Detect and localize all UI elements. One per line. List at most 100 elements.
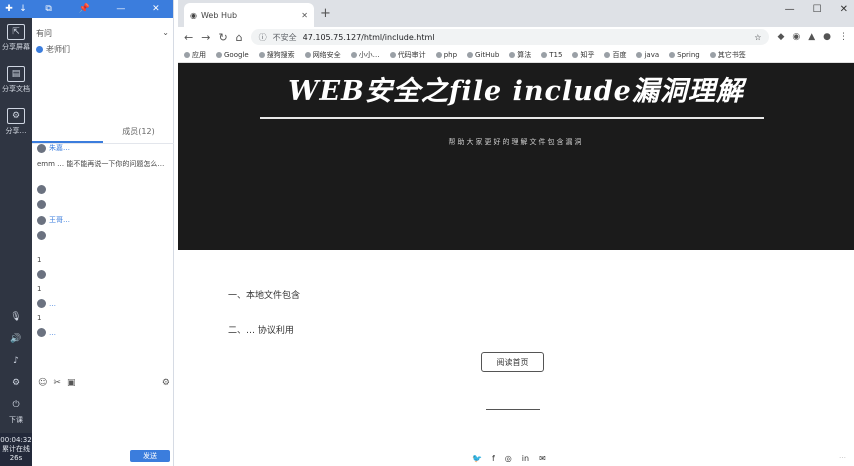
bookmark-item[interactable]: 知乎 bbox=[572, 50, 594, 60]
bookmark-item[interactable]: Spring bbox=[669, 51, 700, 59]
send-button[interactable]: 发送 bbox=[130, 450, 170, 462]
copy-icon[interactable]: ⧉ bbox=[45, 4, 51, 14]
bookmark-item[interactable]: php bbox=[435, 51, 457, 59]
table-of-contents: 一、本地文件包含 二、… 协议利用 bbox=[228, 288, 300, 358]
star-icon[interactable]: ☆ bbox=[754, 33, 761, 42]
scissors-icon[interactable]: ✂ bbox=[53, 378, 61, 388]
toc-item[interactable]: 一、本地文件包含 bbox=[228, 288, 300, 301]
settings-icon[interactable]: ⚙ bbox=[162, 378, 170, 388]
bookmark-item[interactable]: Google bbox=[216, 51, 249, 59]
new-tab-button[interactable]: + bbox=[320, 6, 331, 21]
home-icon[interactable]: ⌂ bbox=[236, 31, 243, 44]
timer-value: 00:04:32 bbox=[0, 436, 32, 444]
rail-music[interactable]: ♪ bbox=[0, 353, 32, 369]
watermark: … bbox=[839, 452, 846, 460]
session-timer: 00:04:32 累计在线 26s bbox=[0, 433, 32, 466]
bookmark-item[interactable]: 网络安全 bbox=[304, 50, 341, 60]
instagram-icon[interactable]: ◎ bbox=[505, 454, 512, 463]
avatar bbox=[37, 215, 46, 225]
list-item bbox=[32, 197, 174, 212]
close-window-icon[interactable]: ✕ bbox=[840, 4, 848, 15]
rail-settings[interactable]: ⚙ bbox=[0, 375, 32, 391]
toc-item[interactable]: 二、… 协议利用 bbox=[228, 323, 300, 336]
settings-icon: ⚙ bbox=[11, 378, 21, 388]
bookmark-item[interactable]: 算法 bbox=[509, 50, 531, 60]
end-class-label: 下课 bbox=[9, 416, 23, 424]
rail-item-share-doc[interactable]: ▤ 分享文档 bbox=[0, 66, 32, 94]
bookmark-item[interactable]: GitHub bbox=[467, 51, 499, 59]
bookmark-item[interactable]: 其它书签 bbox=[709, 50, 746, 60]
avatar bbox=[37, 270, 46, 279]
list-item: 朱嘉… bbox=[32, 140, 174, 156]
chat-input-area[interactable]: 发送 bbox=[32, 448, 174, 462]
list-item bbox=[32, 228, 174, 243]
extension-icon[interactable]: ◆ bbox=[777, 32, 784, 42]
bookmark-item[interactable]: 搜狗搜索 bbox=[258, 50, 295, 60]
download-icon[interactable]: ↓ bbox=[19, 4, 27, 14]
list-item bbox=[32, 243, 174, 253]
document-icon: ▤ bbox=[7, 66, 25, 82]
insecure-label: 不安全 bbox=[272, 32, 297, 42]
forward-icon[interactable]: → bbox=[201, 31, 210, 44]
rail-item-share-more[interactable]: ⚙ 分享… bbox=[0, 108, 32, 136]
chat-panel: ⧉ 📌 — ✕ 有问 ⌄ 老师们 成员(12) 朱嘉… emm … 能不能再说一… bbox=[32, 0, 174, 466]
page-title: WEB安全之file include漏洞理解 bbox=[288, 76, 744, 107]
bookmark-item[interactable]: 小小… bbox=[350, 50, 380, 60]
bookmark-item[interactable]: java bbox=[636, 51, 659, 59]
rail-mic[interactable]: 🎙 bbox=[0, 309, 32, 325]
chevron-down-icon[interactable]: ⌄ bbox=[162, 28, 169, 39]
emoji-icon[interactable]: ☺ bbox=[38, 378, 47, 388]
reload-icon[interactable]: ↻ bbox=[218, 31, 227, 44]
hero-banner: WEB安全之file include漏洞理解 帮助大家更好的理解文件包含漏洞 bbox=[178, 63, 854, 250]
chat-toolbar: ☺ ✂ ▣ ⚙ bbox=[38, 378, 170, 388]
screen: ✚ ↓ ⇱ 分享屏幕 ▤ 分享文档 ⚙ 分享… 🎙 🔊 ♪ ⚙ ⏻ 下课 00:… bbox=[0, 0, 854, 466]
image-icon[interactable]: ▣ bbox=[67, 378, 76, 388]
address-bar[interactable]: ⓘ 不安全 47.105.75.127/html/include.html ☆ bbox=[250, 29, 770, 45]
mail-icon[interactable]: ✉ bbox=[539, 454, 546, 463]
rail-item-label: 分享屏幕 bbox=[2, 43, 30, 51]
rail-speaker[interactable]: 🔊 bbox=[0, 331, 32, 347]
avatar bbox=[37, 299, 46, 308]
close-icon[interactable]: ✕ bbox=[152, 4, 160, 14]
twitter-icon[interactable]: 🐦 bbox=[472, 454, 482, 463]
chat-title: 有问 bbox=[36, 29, 52, 38]
end-class-button[interactable]: ⏻ 下课 bbox=[0, 397, 32, 425]
rail-item-share-screen[interactable]: ⇱ 分享屏幕 bbox=[0, 24, 32, 52]
minimize-icon[interactable]: — bbox=[116, 4, 125, 14]
back-icon[interactable]: ← bbox=[184, 31, 193, 44]
extension-icon[interactable]: ▲ bbox=[808, 32, 815, 42]
maximize-window-icon[interactable]: ☐ bbox=[813, 4, 822, 15]
message-text: emm … 能不能再说一下你的问题怎么… bbox=[37, 160, 165, 168]
list-item bbox=[32, 267, 174, 282]
share-icon: ⚙ bbox=[7, 108, 25, 124]
read-button[interactable]: 阅读首页 bbox=[481, 352, 544, 372]
mic-icon: 🎙 bbox=[10, 312, 22, 322]
extension-icon[interactable]: ◉ bbox=[792, 32, 800, 42]
chat-title-row: 有问 ⌄ bbox=[32, 18, 173, 39]
linkedin-icon[interactable]: in bbox=[522, 454, 529, 463]
facebook-icon[interactable]: f bbox=[492, 454, 495, 463]
extensions: ◆ ◉ ▲ ● ⋮ bbox=[777, 32, 848, 42]
bookmark-item[interactable]: T15 bbox=[541, 51, 562, 59]
music-icon: ♪ bbox=[13, 356, 19, 366]
insecure-icon: ⓘ bbox=[258, 32, 267, 42]
profile-icon[interactable]: ● bbox=[823, 32, 831, 42]
title-underline bbox=[260, 117, 764, 119]
rail-item-label: 分享… bbox=[5, 127, 27, 135]
power-icon: ⏻ bbox=[12, 400, 20, 410]
chat-subtitle[interactable]: 老师们 bbox=[32, 39, 173, 60]
pin-icon[interactable]: 📌 bbox=[78, 4, 89, 14]
minimize-window-icon[interactable]: — bbox=[785, 4, 795, 15]
add-icon[interactable]: ✚ bbox=[5, 4, 13, 14]
url-text: 47.105.75.127/html/include.html bbox=[302, 32, 435, 42]
close-tab-icon[interactable]: ✕ bbox=[301, 11, 308, 20]
send-label: 发送 bbox=[143, 452, 157, 460]
avatar bbox=[37, 185, 46, 194]
avatar bbox=[37, 328, 46, 337]
bookmark-item[interactable]: 百度 bbox=[604, 50, 626, 60]
menu-icon[interactable]: ⋮ bbox=[839, 32, 848, 42]
bookmark-item[interactable]: 代码审计 bbox=[389, 50, 426, 60]
bookmark-item[interactable]: 应用 bbox=[184, 50, 206, 60]
timer-sub1: 累计在线 bbox=[2, 445, 30, 453]
browser-tab[interactable]: ◉ Web Hub ✕ bbox=[184, 3, 314, 27]
